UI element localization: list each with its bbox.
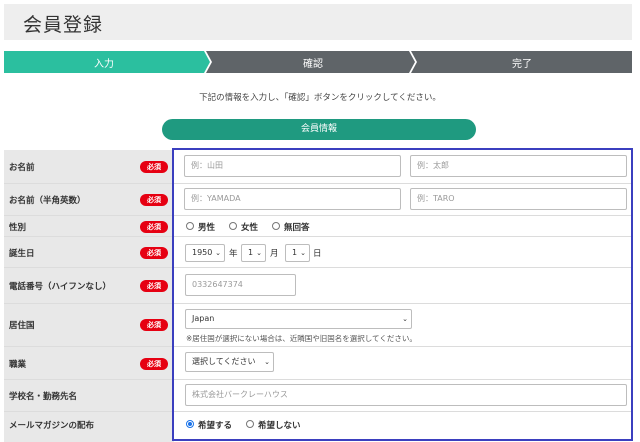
newsletter-label: メールマガジンの配布 [9, 421, 95, 431]
required-badge: 必須 [140, 319, 168, 331]
instruction-text: 下記の情報を入力し、「確認」ボタンをクリックしてください。 [199, 93, 441, 103]
page-title: 会員登録 [23, 14, 104, 36]
phone-label: 電話番号（ハイフンなし） [9, 282, 112, 292]
step-input-label: 入力 [94, 59, 114, 70]
name-label: お名前 [9, 163, 35, 173]
gender-label: 性別 [9, 223, 27, 233]
required-badge: 必須 [140, 194, 168, 206]
name-en-label: お名前（半角英数） [9, 196, 86, 206]
title-bar: 会員登録 [4, 4, 632, 40]
birthday-label: 誕生日 [9, 249, 35, 259]
step-confirm-label: 確認 [303, 59, 323, 70]
required-badge: 必須 [140, 247, 168, 259]
required-badge: 必須 [140, 280, 168, 292]
school-label: 学校名・勤務先名 [9, 392, 78, 402]
section-title: 会員情報 [162, 119, 476, 140]
required-badge: 必須 [140, 161, 168, 173]
progress-steps: 入力 確認 完了 [4, 51, 632, 73]
job-label: 職業 [9, 360, 27, 370]
input-area-highlight [172, 148, 633, 441]
required-badge: 必須 [140, 358, 168, 370]
country-label: 居住国 [9, 321, 35, 331]
step-complete-label: 完了 [512, 59, 532, 70]
required-badge: 必須 [140, 221, 168, 233]
